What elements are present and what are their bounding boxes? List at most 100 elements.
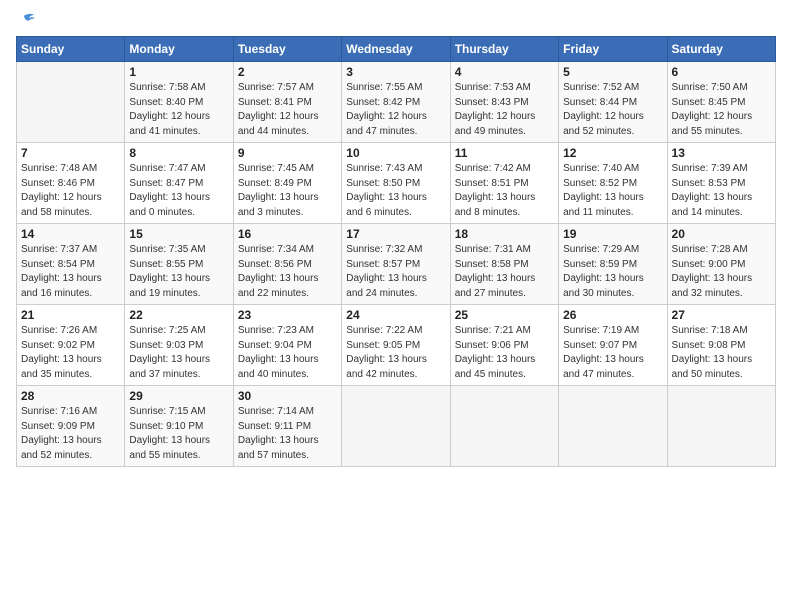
- calendar-cell: 4Sunrise: 7:53 AMSunset: 8:43 PMDaylight…: [450, 62, 558, 143]
- header-tuesday: Tuesday: [233, 37, 341, 62]
- calendar-cell: 24Sunrise: 7:22 AMSunset: 9:05 PMDayligh…: [342, 305, 450, 386]
- day-info: Sunrise: 7:31 AMSunset: 8:58 PMDaylight:…: [455, 243, 554, 301]
- calendar-cell: 27 Sunrise: 7:18 AMSunset: 9:08 PMDayligh…: [667, 305, 775, 386]
- day-info: Sunrise: 7:35 AMSunset: 8:55 PMDaylight:…: [129, 243, 228, 301]
- header-row: [16, 16, 776, 30]
- day-number: 16: [238, 227, 337, 241]
- day-info: Sunrise: 7:19 AMSunset: 9:07 PMDaylight:…: [563, 324, 662, 382]
- day-info: Sunrise: 7:39 AMSunset: 8:53 PMDaylight:…: [672, 162, 771, 220]
- day-info: Sunrise: 7:26 AMSunset: 9:02 PMDaylight:…: [21, 324, 120, 382]
- day-info: Sunrise: 7:34 AMSunset: 8:56 PMDaylight:…: [238, 243, 337, 301]
- day-info: Sunrise: 7:29 AMSunset: 8:59 PMDaylight:…: [563, 243, 662, 301]
- day-number: 20: [672, 227, 771, 241]
- calendar-cell: 13Sunrise: 7:39 AMSunset: 8:53 PMDayligh…: [667, 143, 775, 224]
- day-info: Sunrise: 7:55 AMSunset: 8:42 PMDaylight:…: [346, 81, 445, 139]
- day-number: 1: [129, 65, 228, 79]
- day-info: Sunrise: 7:50 AMSunset: 8:45 PMDaylight:…: [672, 81, 771, 139]
- day-number: 12: [563, 146, 662, 160]
- calendar-cell: 7 Sunrise: 7:48 AMSunset: 8:46 PMDaylight…: [17, 143, 125, 224]
- day-number: 6: [672, 65, 771, 79]
- header-sunday: Sunday: [17, 37, 125, 62]
- calendar-cell: 14 Sunrise: 7:37 AMSunset: 8:54 PMDayligh…: [17, 224, 125, 305]
- calendar-cell: [342, 386, 450, 467]
- day-number: 28: [21, 389, 120, 403]
- calendar-cell: 19 Sunrise: 7:29 AMSunset: 8:59 PMDayligh…: [559, 224, 667, 305]
- day-info: Sunrise: 7:23 AMSunset: 9:04 PMDaylight:…: [238, 324, 337, 382]
- calendar-cell: 1 Sunrise: 7:58 AMSunset: 8:40 PMDaylight…: [125, 62, 233, 143]
- day-info: Sunrise: 7:52 AMSunset: 8:44 PMDaylight:…: [563, 81, 662, 139]
- calendar-cell: [667, 386, 775, 467]
- calendar-cell: 2Sunrise: 7:57 AMSunset: 8:41 PMDaylight…: [233, 62, 341, 143]
- day-number: 25: [455, 308, 554, 322]
- day-number: 26: [563, 308, 662, 322]
- calendar-week-5: 28 Sunrise: 7:16 AMSunset: 9:09 PMDayligh…: [17, 386, 776, 467]
- day-number: 2: [238, 65, 337, 79]
- day-info: Sunrise: 7:45 AMSunset: 8:49 PMDaylight:…: [238, 162, 337, 220]
- day-number: 17: [346, 227, 445, 241]
- day-number: 21: [21, 308, 120, 322]
- logo-bird-icon: [18, 12, 36, 30]
- day-info: Sunrise: 7:18 AMSunset: 9:08 PMDaylight:…: [672, 324, 771, 382]
- calendar-cell: 25 Sunrise: 7:21 AMSunset: 9:06 PMDayligh…: [450, 305, 558, 386]
- calendar-cell: 23 Sunrise: 7:23 AMSunset: 9:04 PMDayligh…: [233, 305, 341, 386]
- day-number: 7: [21, 146, 120, 160]
- day-info: Sunrise: 7:21 AMSunset: 9:06 PMDaylight:…: [455, 324, 554, 382]
- calendar-cell: 18 Sunrise: 7:31 AMSunset: 8:58 PMDayligh…: [450, 224, 558, 305]
- calendar-cell: 10 Sunrise: 7:43 AMSunset: 8:50 PMDayligh…: [342, 143, 450, 224]
- day-number: 14: [21, 227, 120, 241]
- day-info: Sunrise: 7:48 AMSunset: 8:46 PMDaylight:…: [21, 162, 120, 220]
- day-info: Sunrise: 7:58 AMSunset: 8:40 PMDaylight:…: [129, 81, 228, 139]
- calendar-week-4: 21 Sunrise: 7:26 AMSunset: 9:02 PMDayligh…: [17, 305, 776, 386]
- day-info: Sunrise: 7:40 AMSunset: 8:52 PMDaylight:…: [563, 162, 662, 220]
- calendar-cell: [450, 386, 558, 467]
- calendar-cell: 29 Sunrise: 7:15 AMSunset: 9:10 PMDayligh…: [125, 386, 233, 467]
- calendar-cell: 21 Sunrise: 7:26 AMSunset: 9:02 PMDayligh…: [17, 305, 125, 386]
- day-info: Sunrise: 7:42 AMSunset: 8:51 PMDaylight:…: [455, 162, 554, 220]
- calendar-cell: 30 Sunrise: 7:14 AMSunset: 9:11 PMDayligh…: [233, 386, 341, 467]
- calendar-cell: 26 Sunrise: 7:19 AMSunset: 9:07 PMDayligh…: [559, 305, 667, 386]
- day-info: Sunrise: 7:32 AMSunset: 8:57 PMDaylight:…: [346, 243, 445, 301]
- day-info: Sunrise: 7:22 AMSunset: 9:05 PMDaylight:…: [346, 324, 445, 382]
- day-number: 30: [238, 389, 337, 403]
- calendar-week-1: 1 Sunrise: 7:58 AMSunset: 8:40 PMDaylight…: [17, 62, 776, 143]
- day-number: 5: [563, 65, 662, 79]
- calendar-cell: 9 Sunrise: 7:45 AMSunset: 8:49 PMDaylight…: [233, 143, 341, 224]
- day-info: Sunrise: 7:16 AMSunset: 9:09 PMDaylight:…: [21, 405, 120, 463]
- header-monday: Monday: [125, 37, 233, 62]
- day-info: Sunrise: 7:15 AMSunset: 9:10 PMDaylight:…: [129, 405, 228, 463]
- calendar-week-3: 14 Sunrise: 7:37 AMSunset: 8:54 PMDayligh…: [17, 224, 776, 305]
- calendar-week-2: 7 Sunrise: 7:48 AMSunset: 8:46 PMDaylight…: [17, 143, 776, 224]
- calendar-cell: 16 Sunrise: 7:34 AMSunset: 8:56 PMDayligh…: [233, 224, 341, 305]
- calendar-cell: [559, 386, 667, 467]
- day-number: 10: [346, 146, 445, 160]
- calendar-cell: 28 Sunrise: 7:16 AMSunset: 9:09 PMDayligh…: [17, 386, 125, 467]
- day-info: Sunrise: 7:14 AMSunset: 9:11 PMDaylight:…: [238, 405, 337, 463]
- day-number: 15: [129, 227, 228, 241]
- calendar-cell: [17, 62, 125, 143]
- header-friday: Friday: [559, 37, 667, 62]
- day-info: Sunrise: 7:47 AMSunset: 8:47 PMDaylight:…: [129, 162, 228, 220]
- calendar-cell: 3 Sunrise: 7:55 AMSunset: 8:42 PMDaylight…: [342, 62, 450, 143]
- day-info: Sunrise: 7:53 AMSunset: 8:43 PMDaylight:…: [455, 81, 554, 139]
- day-number: 23: [238, 308, 337, 322]
- calendar-cell: 15 Sunrise: 7:35 AMSunset: 8:55 PMDayligh…: [125, 224, 233, 305]
- day-number: 22: [129, 308, 228, 322]
- calendar-cell: 8Sunrise: 7:47 AMSunset: 8:47 PMDaylight…: [125, 143, 233, 224]
- day-info: Sunrise: 7:43 AMSunset: 8:50 PMDaylight:…: [346, 162, 445, 220]
- day-number: 3: [346, 65, 445, 79]
- day-number: 9: [238, 146, 337, 160]
- day-number: 29: [129, 389, 228, 403]
- calendar-cell: 20Sunrise: 7:28 AMSunset: 9:00 PMDayligh…: [667, 224, 775, 305]
- calendar-cell: 5 Sunrise: 7:52 AMSunset: 8:44 PMDaylight…: [559, 62, 667, 143]
- day-number: 18: [455, 227, 554, 241]
- day-number: 27: [672, 308, 771, 322]
- header-thursday: Thursday: [450, 37, 558, 62]
- day-info: Sunrise: 7:37 AMSunset: 8:54 PMDaylight:…: [21, 243, 120, 301]
- calendar-header-row: SundayMondayTuesdayWednesdayThursdayFrid…: [17, 37, 776, 62]
- header-saturday: Saturday: [667, 37, 775, 62]
- page-container: SundayMondayTuesdayWednesdayThursdayFrid…: [0, 0, 792, 477]
- header-wednesday: Wednesday: [342, 37, 450, 62]
- calendar-cell: 17 Sunrise: 7:32 AMSunset: 8:57 PMDayligh…: [342, 224, 450, 305]
- day-number: 19: [563, 227, 662, 241]
- calendar-cell: 11Sunrise: 7:42 AMSunset: 8:51 PMDayligh…: [450, 143, 558, 224]
